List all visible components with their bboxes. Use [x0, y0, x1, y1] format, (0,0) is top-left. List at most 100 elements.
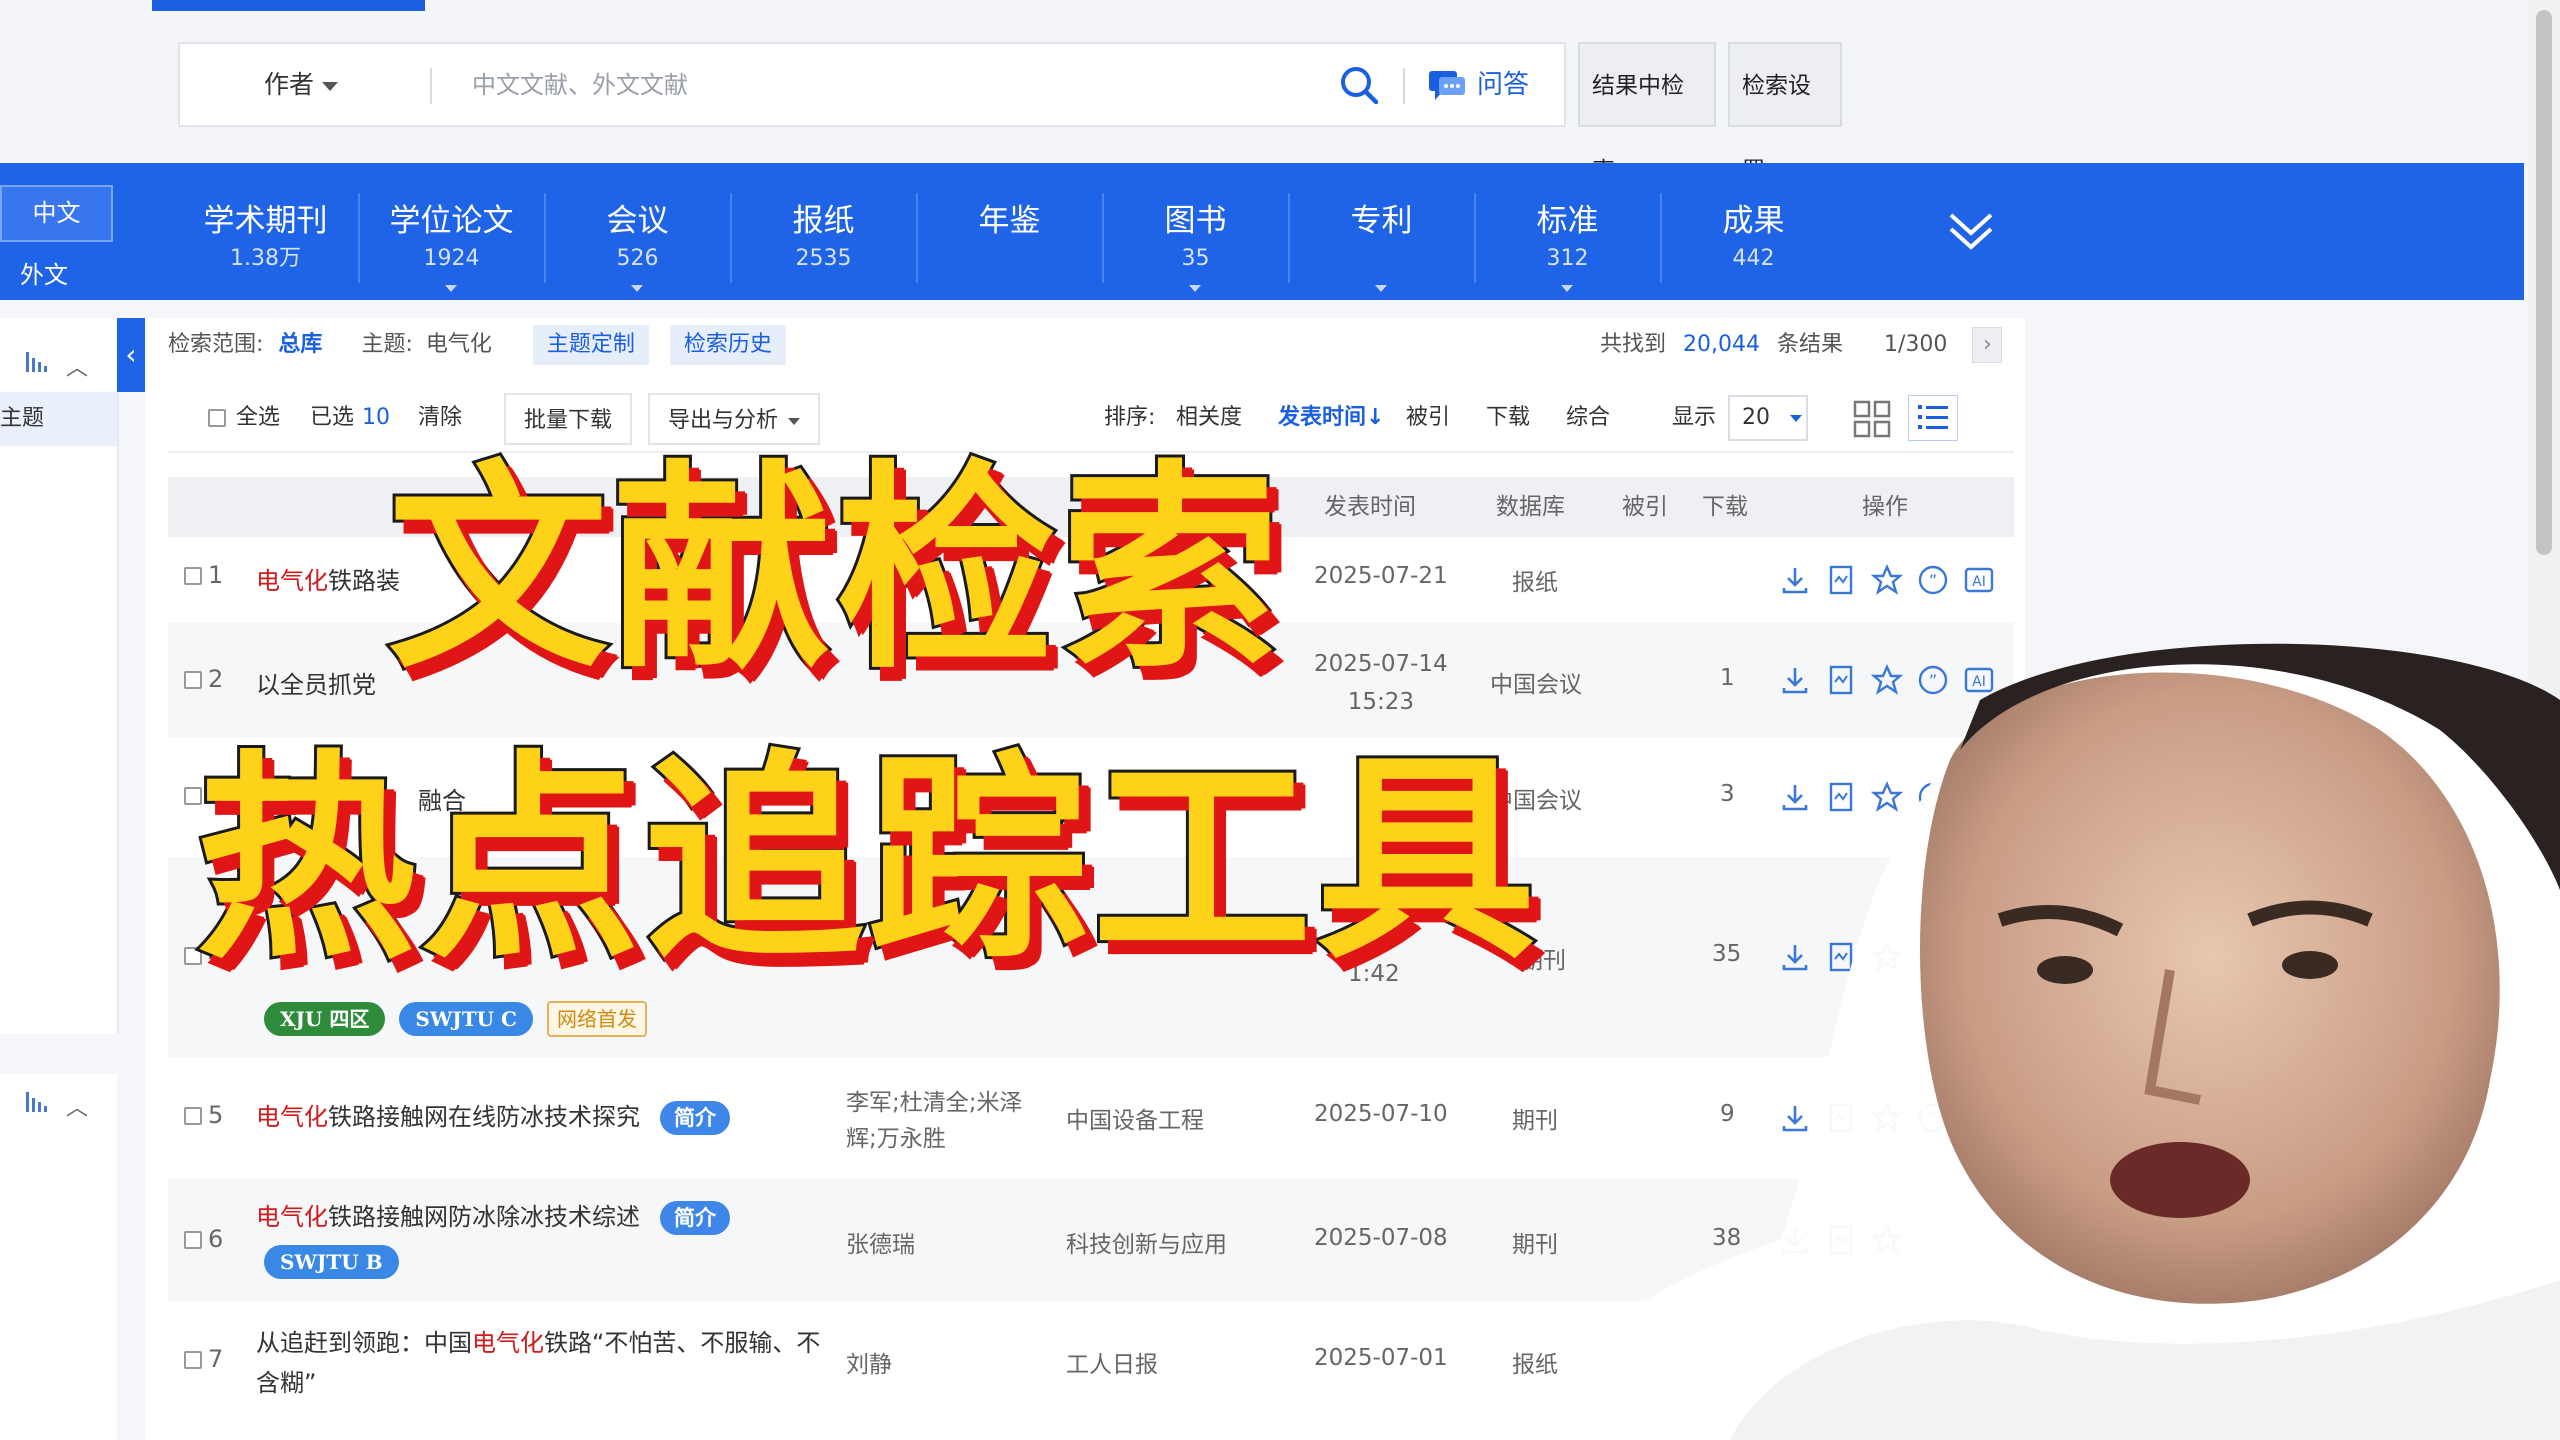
col-cited[interactable]: 被引: [1622, 477, 1668, 537]
row-title[interactable]: 以全员抓党: [256, 665, 376, 700]
divider: [1403, 68, 1405, 104]
col-download[interactable]: 下载: [1702, 477, 1748, 537]
topic-custom-button[interactable]: 主题定制: [532, 325, 649, 365]
sidebar-group-header[interactable]: ︿: [0, 330, 117, 390]
row-source[interactable]: 中国设备工程: [1066, 1101, 1204, 1135]
abstract-badge[interactable]: 简介: [660, 1201, 730, 1235]
selected-count: 已选 10: [310, 405, 391, 430]
search-field-select[interactable]: 作者: [264, 44, 339, 125]
search-settings-button[interactable]: 检索设置: [1728, 42, 1842, 184]
row-title[interactable]: 电气化铁路接触网在线防冰技术探究 简介: [256, 1097, 730, 1135]
list-view-icon[interactable]: [1908, 395, 1958, 441]
divider: [430, 68, 432, 104]
tag-online-first: 网络首发: [546, 1001, 647, 1037]
lang-tab-foreign[interactable]: 外文: [0, 250, 113, 300]
tag-swjtu-c[interactable]: SWJTU C: [399, 1002, 533, 1036]
search-history-button[interactable]: 检索历史: [669, 325, 786, 365]
row-authors[interactable]: 张德瑞: [846, 1225, 915, 1259]
search-in-results-button[interactable]: 结果中检索: [1578, 42, 1716, 184]
overlay-title-line2: 热点追踪工具: [193, 732, 1541, 988]
row-select[interactable]: 1: [184, 561, 223, 589]
row-select[interactable]: 5: [184, 1101, 223, 1129]
category-achievements[interactable]: 成果 442: [1661, 163, 1846, 300]
caret-down-icon: [1375, 285, 1387, 292]
row-select[interactable]: 2: [184, 665, 223, 693]
row-source[interactable]: 工人日报: [1066, 1345, 1158, 1379]
sidebar-group-header[interactable]: ︿: [0, 1070, 117, 1130]
row-date: 2025-07-01: [1314, 1345, 1448, 1371]
chevron-down-icon: [1790, 414, 1802, 422]
sidebar-item-topic[interactable]: 主题: [0, 392, 117, 446]
tag-xju[interactable]: XJU 四区: [264, 1002, 386, 1036]
scrollbar-thumb[interactable]: [2536, 10, 2552, 555]
search-input[interactable]: [470, 58, 1354, 112]
chevron-down-icon: [788, 417, 801, 425]
html-view-icon[interactable]: [1825, 564, 1857, 596]
row-title[interactable]: 电气化铁路装: [256, 561, 400, 596]
sort-overall[interactable]: 综合: [1566, 385, 1610, 451]
category-books[interactable]: 图书 35: [1103, 163, 1288, 300]
row-select[interactable]: 6: [184, 1225, 223, 1253]
caret-down-icon: [1189, 285, 1201, 292]
abstract-badge[interactable]: 简介: [660, 1101, 730, 1135]
checkbox[interactable]: [208, 409, 226, 427]
category-theses[interactable]: 学位论文 1924: [359, 163, 544, 300]
checkbox[interactable]: [184, 1351, 202, 1369]
tag-swjtu-b[interactable]: SWJTU B: [264, 1245, 399, 1279]
checkbox[interactable]: [184, 1107, 202, 1125]
col-database: 数据库: [1496, 494, 1565, 520]
category-conferences[interactable]: 会议 526: [545, 163, 730, 300]
checkbox[interactable]: [184, 1231, 202, 1249]
page-size-select[interactable]: 20: [1728, 395, 1808, 441]
scope-db[interactable]: 总库: [278, 332, 322, 357]
expand-chevron-icon[interactable]: [1945, 205, 1997, 257]
scope-label: 检索范围:: [168, 332, 264, 357]
checkbox[interactable]: [184, 671, 202, 689]
row-select[interactable]: 7: [184, 1345, 223, 1373]
category-patents[interactable]: 专利: [1289, 163, 1474, 300]
category-standards[interactable]: 标准 312: [1475, 163, 1660, 300]
checkbox[interactable]: [184, 567, 202, 585]
chevron-down-icon: [322, 81, 339, 91]
active-tab-indicator: [152, 0, 425, 11]
download-icon[interactable]: [1779, 564, 1811, 596]
svg-text:AI: AI: [1972, 574, 1986, 590]
row-date: 2025-07-21: [1314, 563, 1448, 589]
category-newspapers[interactable]: 报纸 2535: [731, 163, 916, 300]
result-unit: 条结果: [1777, 332, 1844, 357]
qa-button[interactable]: 问答: [1427, 58, 1529, 112]
star-icon[interactable]: [1871, 564, 1903, 596]
search-field-label: 作者: [264, 70, 315, 99]
sort-date[interactable]: 发表时间↓: [1278, 385, 1384, 451]
quote-icon[interactable]: ”: [1917, 564, 1949, 596]
row-title[interactable]: 电气化铁路接触网防冰除冰技术综述 简介: [256, 1197, 730, 1235]
sidebar-gap: [0, 1034, 117, 1074]
grid-view-icon[interactable]: [1852, 399, 1892, 439]
row-tags: SWJTU B: [264, 1245, 413, 1279]
scope-topic-label: 主题:: [361, 332, 413, 357]
col-date[interactable]: 发表时间: [1324, 477, 1416, 537]
search-icon[interactable]: [1338, 64, 1380, 106]
arrow-down-icon: ↓: [1366, 405, 1385, 430]
row-authors[interactable]: 刘静: [846, 1345, 892, 1379]
batch-download-button[interactable]: 批量下载: [504, 393, 633, 445]
chevron-up-icon[interactable]: ︿: [66, 350, 88, 382]
select-all-checkbox[interactable]: 全选: [208, 385, 280, 451]
row-authors[interactable]: 李军;杜清全;米泽辉;万永胜: [846, 1085, 1034, 1157]
row-date: 2025-07-10: [1314, 1101, 1448, 1127]
ai-icon[interactable]: AI: [1963, 564, 1995, 596]
category-journals[interactable]: 学术期刊 1.38万: [173, 163, 358, 300]
row-source[interactable]: 科技创新与应用: [1066, 1225, 1227, 1259]
row-title[interactable]: 从追赶到领跑：中国电气化铁路“不怕苦、不服输、不含糊”: [256, 1323, 826, 1403]
export-analysis-button[interactable]: 导出与分析: [648, 393, 821, 445]
sidebar-collapse-button[interactable]: ‹: [117, 318, 145, 392]
next-page-button[interactable]: ›: [1972, 327, 2003, 363]
caret-down-icon: [631, 285, 643, 292]
sort-cited[interactable]: 被引: [1406, 385, 1450, 451]
category-yearbooks[interactable]: 年鉴: [917, 163, 1102, 300]
lang-tab-chinese[interactable]: 中文: [0, 185, 113, 242]
col-ops: 操作: [1862, 494, 1908, 520]
chevron-up-icon[interactable]: ︿: [66, 1090, 88, 1122]
sort-download[interactable]: 下载: [1486, 385, 1530, 451]
presenter-webcam: [1520, 643, 2560, 1440]
